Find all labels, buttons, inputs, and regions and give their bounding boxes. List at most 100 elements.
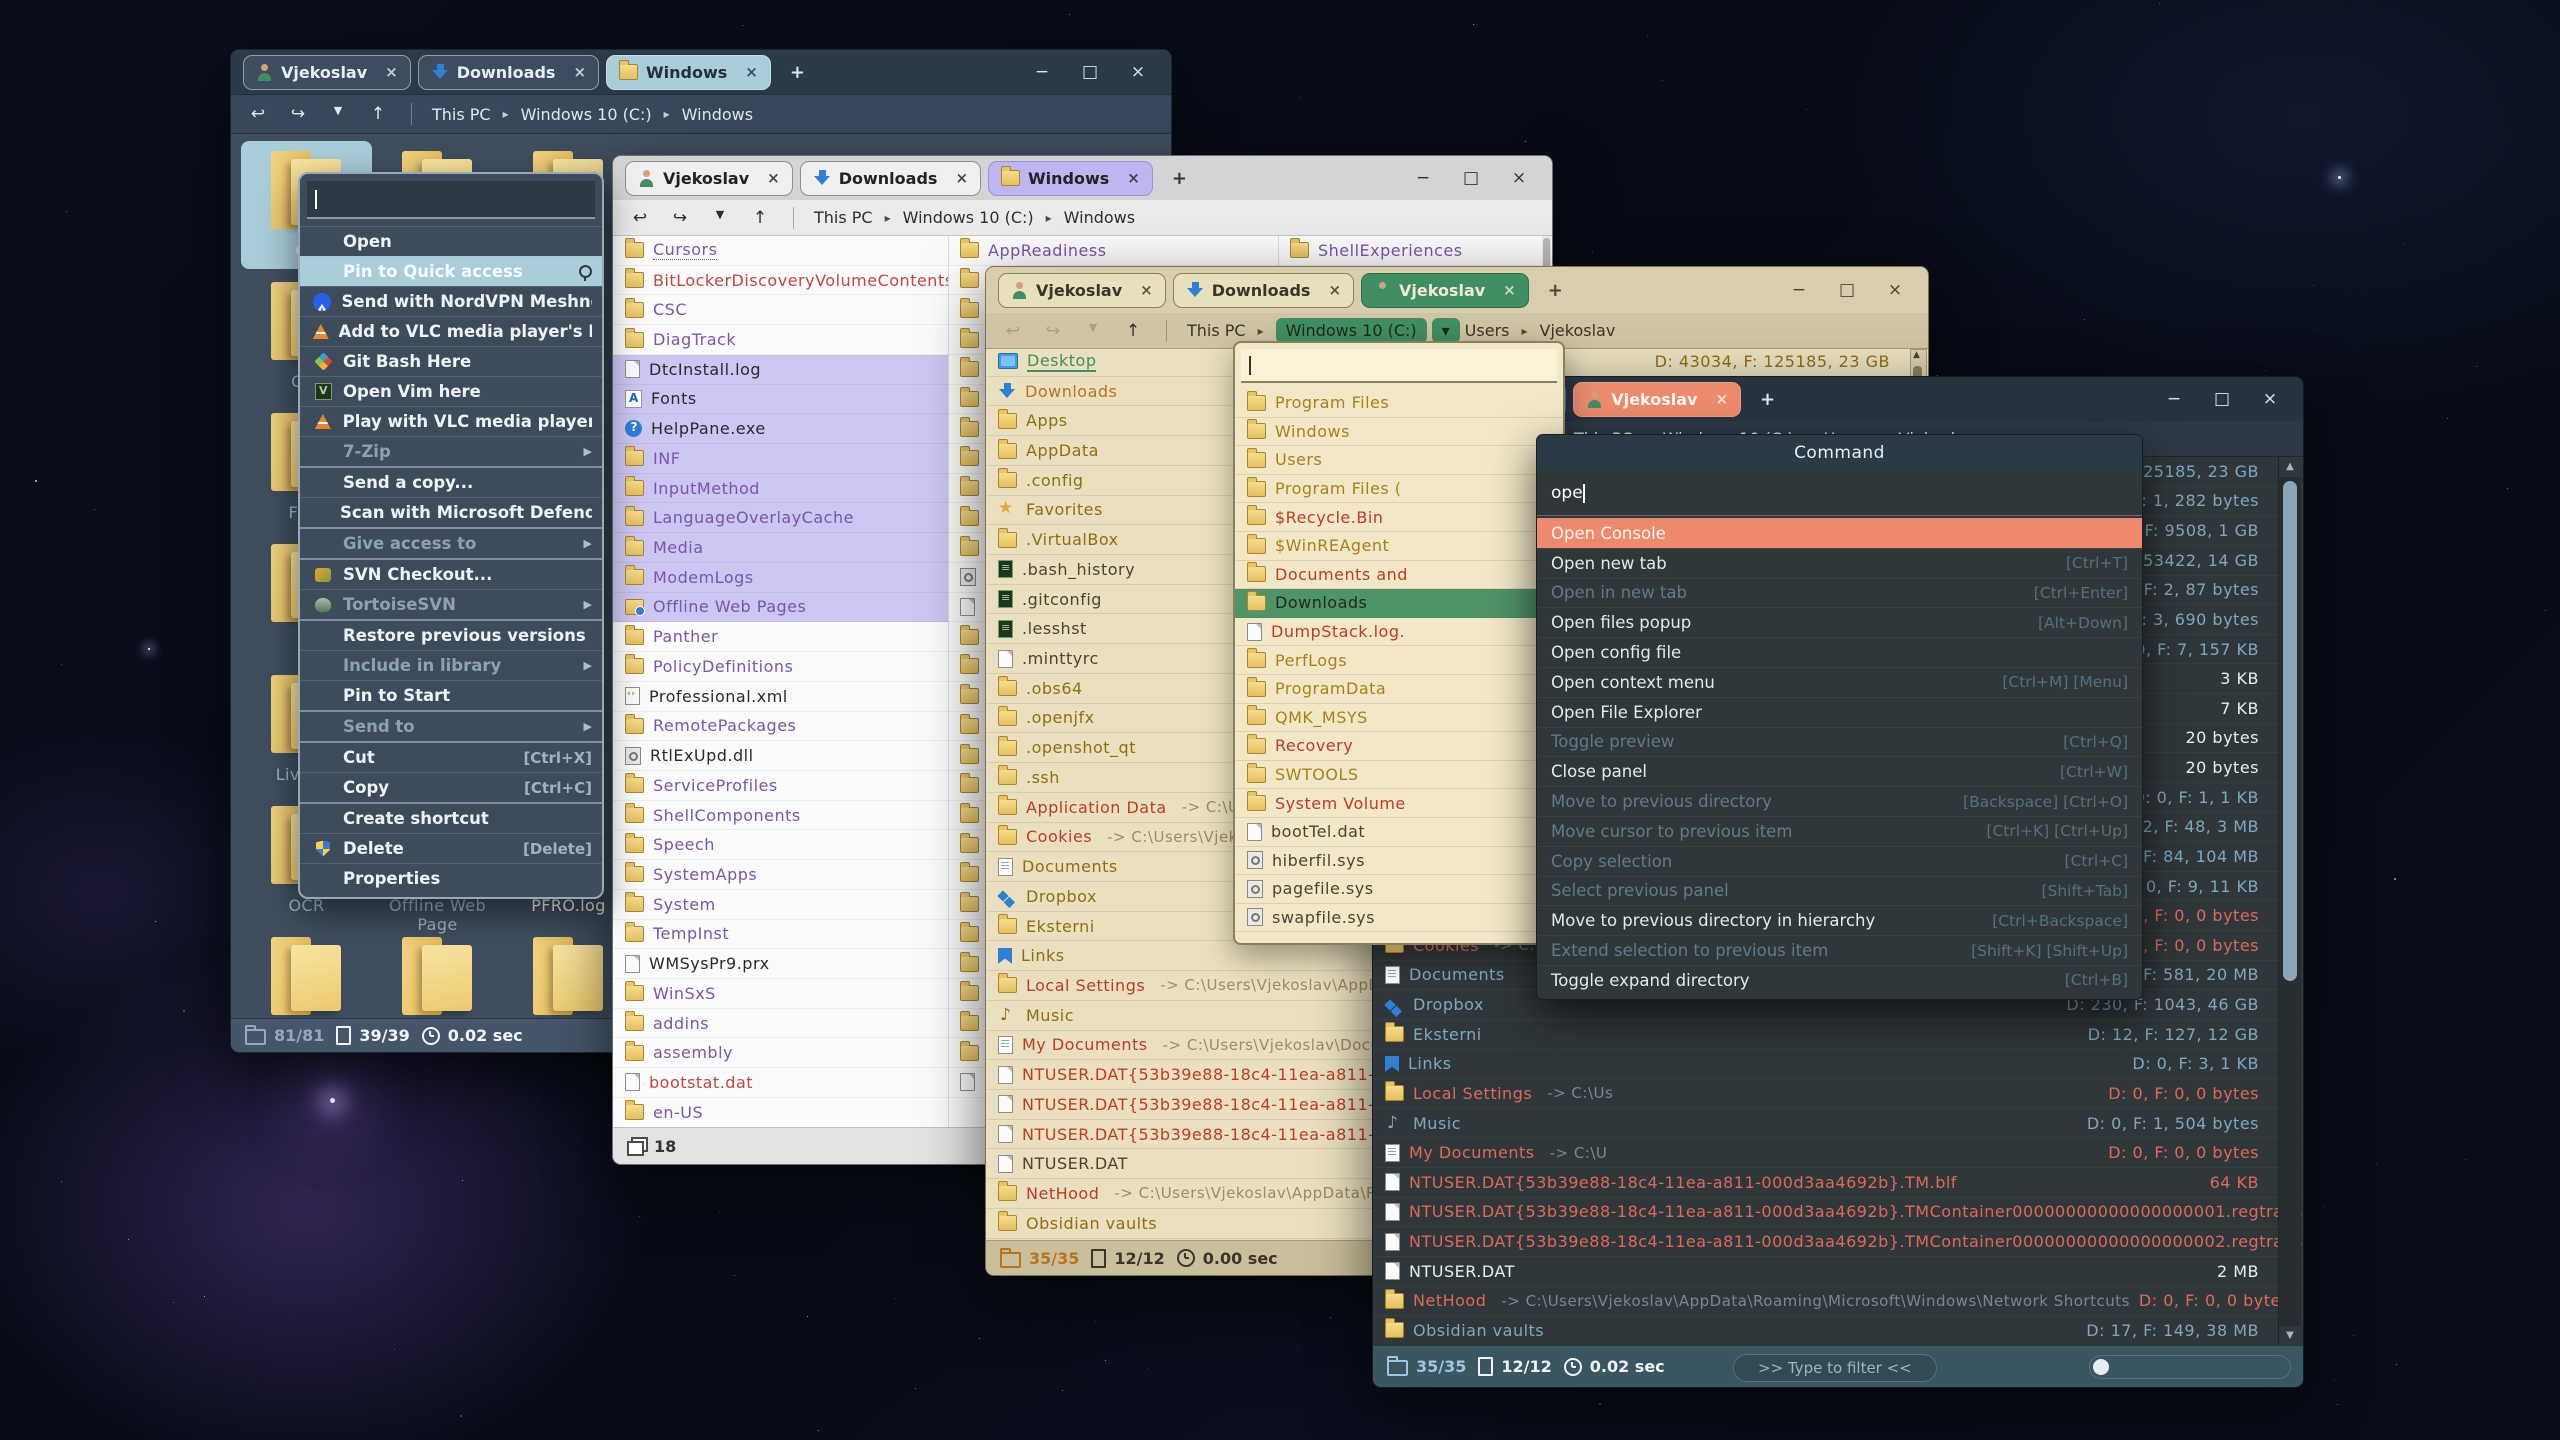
context-menu-item[interactable]: Open <box>300 226 602 256</box>
file-row[interactable]: LanguageOverlayCache <box>613 503 948 533</box>
window-button[interactable]: − <box>1031 62 1053 82</box>
file-row[interactable]: RtlExUpd.dll <box>613 741 948 771</box>
window-button[interactable]: × <box>1884 280 1906 300</box>
file-row[interactable]: INF <box>613 444 948 474</box>
context-menu-item[interactable]: SVN Checkout... <box>300 558 602 589</box>
breadcrumb-item[interactable]: Vjekoslav <box>1509 321 1615 340</box>
window-button[interactable]: × <box>1127 62 1149 82</box>
new-tab-button[interactable]: + <box>778 62 817 83</box>
command-item[interactable]: Open in new tab [Ctrl+Enter] <box>1537 578 2142 608</box>
dropdown-item[interactable]: Program Files ( <box>1235 475 1563 504</box>
nav-button[interactable]: ↪ <box>285 104 311 124</box>
file-row[interactable]: Local Settings -> C:\Us D: 0, F: 0, 0 by… <box>1373 1079 2303 1109</box>
context-menu-item[interactable]: Copy [Ctrl+C] <box>300 772 602 802</box>
nav-button[interactable]: ↩ <box>245 104 271 124</box>
file-row[interactable]: ShellComponents <box>613 801 948 831</box>
context-menu-item[interactable]: Scan with Microsoft Defender... <box>300 497 602 527</box>
command-input[interactable]: ope <box>1537 471 2142 516</box>
dropdown-item[interactable]: swapfile.sys <box>1235 904 1563 933</box>
window-button[interactable]: □ <box>2211 389 2233 409</box>
context-menu-item[interactable]: Send to ▶ <box>300 710 602 741</box>
dropdown-item[interactable]: Recovery <box>1235 732 1563 761</box>
file-row[interactable]: WMSysPr9.prx <box>613 949 948 979</box>
file-row[interactable]: WinSxS <box>613 979 948 1009</box>
file-row[interactable]: InputMethod <box>613 474 948 504</box>
command-item[interactable]: Open config file <box>1537 637 2142 667</box>
window-button[interactable]: × <box>1508 168 1530 188</box>
breadcrumb-item[interactable]: Windows <box>1034 208 1135 227</box>
tab[interactable]: Vjekoslav <box>625 161 793 196</box>
tab-close-icon[interactable] <box>1715 390 1728 408</box>
file-row[interactable]: RemotePackages <box>613 712 948 742</box>
file-row[interactable]: NetHood -> C:\Users\Vjekoslav\AppData\Ro… <box>1373 1287 2303 1317</box>
breadcrumb-item[interactable]: ▾ <box>1432 318 1460 343</box>
context-menu-item[interactable]: Pin to Start <box>300 680 602 710</box>
file-row[interactable]: BitLockerDiscoveryVolumeContents <box>613 266 948 296</box>
file-row[interactable]: addins <box>613 1009 948 1039</box>
window-button[interactable]: × <box>2259 389 2281 409</box>
dropdown-item[interactable]: Users <box>1235 446 1563 475</box>
tab-close-icon[interactable] <box>1503 281 1516 299</box>
tab-close-icon[interactable] <box>955 169 968 187</box>
command-item[interactable]: Open Console <box>1537 518 2142 548</box>
file-row[interactable]: NTUSER.DAT{53b39e88-18c4-11ea-a811-000d3… <box>1373 1198 2303 1228</box>
tab-close-icon[interactable] <box>1140 281 1153 299</box>
command-item[interactable]: Select previous panel [Shift+Tab] <box>1537 876 2142 906</box>
context-menu-item[interactable]: 7-Zip ▶ <box>300 436 602 466</box>
scroll-down-arrow-icon[interactable]: ▼ <box>2279 1326 2301 1346</box>
new-tab-button[interactable]: + <box>1160 168 1199 189</box>
dropdown-item[interactable]: Downloads <box>1235 589 1563 618</box>
breadcrumb-item[interactable]: This PC <box>814 208 873 227</box>
file-row[interactable]: assembly <box>613 1038 948 1068</box>
scroll-thumb[interactable] <box>2093 1359 2109 1375</box>
command-item[interactable]: Copy selection [Ctrl+C] <box>1537 846 2142 876</box>
horizontal-scroll-box[interactable] <box>2089 1355 2291 1379</box>
file-row[interactable]: ShellExperiences <box>1278 236 1542 266</box>
file-row[interactable]: System <box>613 890 948 920</box>
context-menu-item[interactable]: Properties <box>300 863 602 893</box>
command-item[interactable]: Open files popup [Alt+Down] <box>1537 607 2142 637</box>
file-row[interactable]: AppReadiness <box>948 236 1278 266</box>
command-item[interactable]: Move to previous directory in hierarchy … <box>1537 905 2142 935</box>
tab[interactable]: Windows <box>606 55 771 90</box>
nav-button[interactable]: ↩ <box>1000 321 1026 341</box>
context-menu-item[interactable]: Create shortcut <box>300 802 602 833</box>
tab-close-icon[interactable] <box>1127 169 1140 187</box>
dropdown-item[interactable]: SWTOOLS <box>1235 761 1563 790</box>
command-item[interactable]: Open File Explorer <box>1537 697 2142 727</box>
context-menu-item[interactable]: Send with NordVPN Meshnet <box>300 286 602 316</box>
breadcrumb-item[interactable]: Users <box>1465 321 1510 340</box>
dropdown-item[interactable]: Program Files <box>1235 389 1563 418</box>
context-menu-item[interactable]: TortoiseSVN ▶ <box>300 589 602 619</box>
tab-close-icon[interactable] <box>1328 281 1341 299</box>
dropdown-item[interactable]: PerfLogs <box>1235 646 1563 675</box>
file-row[interactable]: Professional.xml <box>613 682 948 712</box>
file-row[interactable]: Offline Web Pages <box>613 593 948 623</box>
context-menu-item[interactable]: Add to VLC media player's Playlist <box>300 316 602 346</box>
dropdown-item[interactable]: System Volume <box>1235 789 1563 818</box>
breadcrumb-item[interactable]: This PC <box>432 105 491 124</box>
filter-hint[interactable]: >> Type to filter << <box>1733 1354 1937 1382</box>
command-item[interactable]: Open context menu [Ctrl+M] [Menu] <box>1537 667 2142 697</box>
window-button[interactable]: □ <box>1079 62 1101 82</box>
command-item[interactable]: Move to previous directory [Backspace] [… <box>1537 786 2142 816</box>
context-menu-item[interactable]: Restore previous versions <box>300 619 602 650</box>
dropdown-item[interactable]: Windows <box>1235 418 1563 447</box>
command-item[interactable]: Toggle expand directory [Ctrl+B] <box>1537 965 2142 995</box>
file-row[interactable]: SystemApps <box>613 860 948 890</box>
dropdown-item[interactable]: QMK_MSYS <box>1235 704 1563 733</box>
tab[interactable]: Vjekoslav <box>1573 382 1741 417</box>
nav-button[interactable]: ↪ <box>1040 321 1066 341</box>
file-row[interactable]: NTUSER.DAT{53b39e88-18c4-11ea-a811-000d3… <box>1373 1168 2303 1198</box>
context-menu-item[interactable]: Pin to Quick access <box>300 256 602 286</box>
context-menu-item[interactable]: Delete [Delete] <box>300 833 602 863</box>
file-row[interactable]: ServiceProfiles <box>613 771 948 801</box>
command-item[interactable]: Close panel [Ctrl+W] <box>1537 756 2142 786</box>
nav-button[interactable]: ↑ <box>365 104 391 124</box>
window-button[interactable]: − <box>1412 168 1434 188</box>
dropdown-item[interactable]: pagefile.sys <box>1235 875 1563 904</box>
window-button[interactable]: − <box>1788 280 1810 300</box>
new-tab-button[interactable]: + <box>1536 280 1575 301</box>
dropdown-item[interactable]: bootTel.dat <box>1235 818 1563 847</box>
tab-close-icon[interactable] <box>385 63 398 81</box>
